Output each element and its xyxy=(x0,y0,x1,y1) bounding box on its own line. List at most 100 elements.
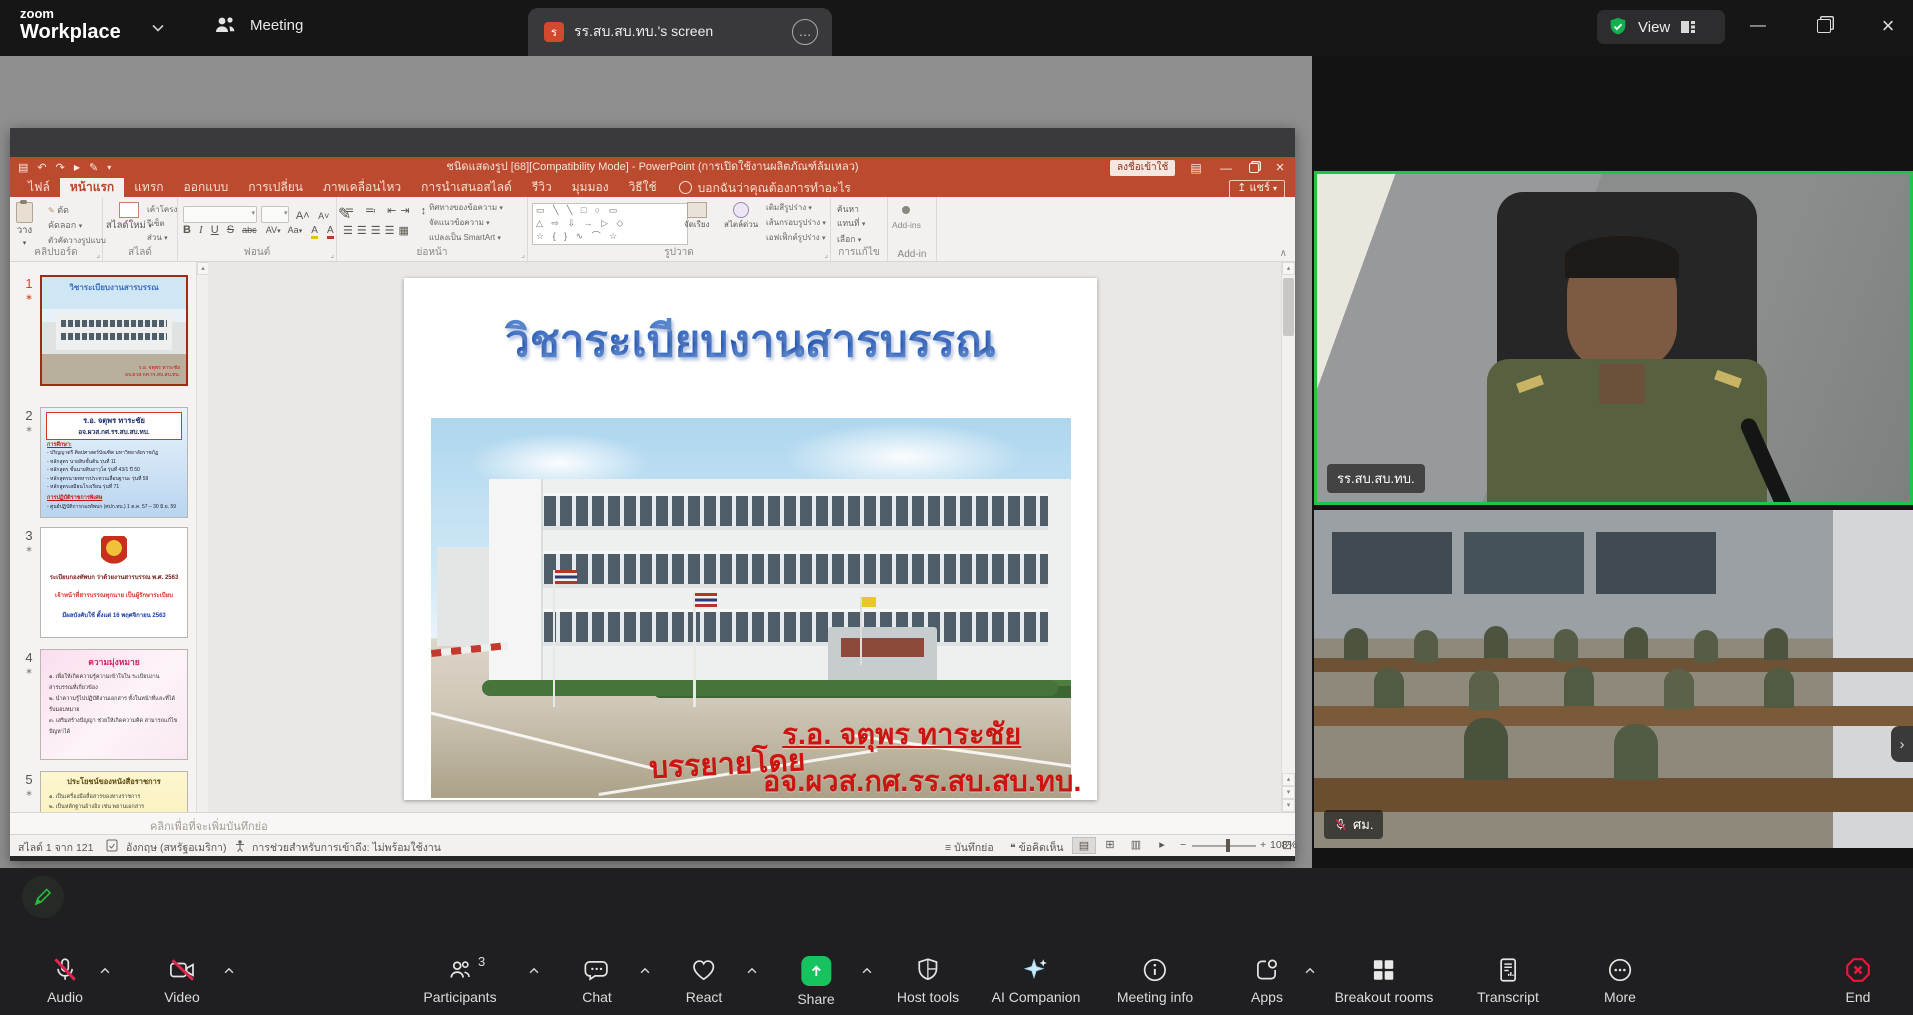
comments-toggle[interactable]: ❝ ข้อคิดเห็น xyxy=(1010,839,1064,856)
slide-thumbnail-2[interactable]: ร.อ. จตุพร ทาระชัย อจ.ผวส.กศ.รร.สบ.สบ.ทบ… xyxy=(40,407,188,518)
tab-view[interactable]: มุมมอง xyxy=(562,178,619,197)
chat-button[interactable]: Chat xyxy=(582,956,612,1005)
tab-slideshow[interactable]: การนำเสนอสไลด์ xyxy=(411,178,522,197)
audio-button[interactable]: Audio xyxy=(47,956,83,1005)
tell-me-label[interactable]: บอกฉันว่าคุณต้องการทำอะไร xyxy=(698,179,851,197)
ai-companion-button[interactable]: AI Companion xyxy=(992,956,1081,1005)
reading-view-button[interactable]: ▥ xyxy=(1124,837,1148,854)
underline-button[interactable]: U xyxy=(211,224,219,236)
reset-button[interactable]: รีเซ็ต xyxy=(147,217,177,231)
apps-options-caret[interactable] xyxy=(1303,964,1317,978)
view-button[interactable]: View xyxy=(1597,10,1725,44)
clipboard-dialog-launcher[interactable]: ⌟ xyxy=(96,250,100,259)
smartart-button[interactable]: แปลงเป็น SmartArt ▾ xyxy=(429,231,503,246)
shapes-gallery[interactable]: ▭ ╲ ╲ □ ○ ▭△ ⇨ ⇩ → ▷ ◇☆ { } ∿ ⌒ ☆ xyxy=(532,203,688,245)
tab-animations[interactable]: ภาพเคลื่อนไหว xyxy=(313,178,411,197)
slide-thumbnail-4[interactable]: ความมุ่งหมาย ๑. เพื่อให้เกิดความรู้ความเ… xyxy=(40,649,188,760)
collapse-ribbon-button[interactable]: ∧ xyxy=(1280,248,1287,259)
list-indent-buttons[interactable]: ≔ ≕ ⇤⇥ ↕ xyxy=(343,204,430,217)
copy-button[interactable]: คัดลอก ▾ xyxy=(48,218,106,234)
window-close-button[interactable]: × xyxy=(1868,10,1908,42)
grow-font-button[interactable]: A˄ xyxy=(296,210,310,222)
participants-options-caret[interactable] xyxy=(527,964,541,978)
tab-design[interactable]: ออกแบบ xyxy=(174,178,239,197)
ppt-share-button[interactable]: ↥ แชร์ ▾ xyxy=(1229,180,1285,198)
audio-options-caret[interactable] xyxy=(98,964,112,978)
window-restore-button[interactable] xyxy=(1804,10,1844,42)
section-button[interactable]: ส่วน ▾ xyxy=(147,231,177,246)
participants-button[interactable]: 3 Participants xyxy=(423,956,496,1005)
slideshow-view-button[interactable]: ▸ xyxy=(1150,837,1174,854)
normal-view-button[interactable]: ▤ xyxy=(1072,837,1096,854)
share-button[interactable]: Share xyxy=(797,956,834,1007)
new-slide-button[interactable]: สไลด์ใหม่ ▾ xyxy=(106,202,152,232)
proofing-icon[interactable] xyxy=(106,839,118,852)
slide-area-scrollbar[interactable]: ▴ ▴ ▾ ▾ xyxy=(1281,262,1295,812)
bold-button[interactable]: B xyxy=(183,224,191,236)
ppt-close-button[interactable]: × xyxy=(1266,157,1294,178)
tab-home[interactable]: หน้าแรก xyxy=(60,178,124,197)
tab-options-button[interactable]: … xyxy=(792,19,818,45)
video-options-caret[interactable] xyxy=(222,964,236,978)
sign-in-button[interactable]: ลงชื่อเข้าใช้ xyxy=(1110,160,1175,176)
breakout-rooms-button[interactable]: Breakout rooms xyxy=(1335,956,1434,1005)
shrink-font-button[interactable]: A˅ xyxy=(318,211,329,221)
arrange-button[interactable]: จัดเรียง xyxy=(684,202,710,230)
shape-fill-button[interactable]: เติมสีรูปร่าง ▾ xyxy=(766,201,826,216)
paste-button[interactable]: วาง▾ xyxy=(16,202,33,249)
react-options-caret[interactable] xyxy=(745,964,759,978)
ribbon-display-options-button[interactable]: ▤ xyxy=(1182,157,1210,178)
font-size-box[interactable]: ▾ xyxy=(261,206,289,223)
thumbnail-panel-scrollbar[interactable]: ▴ xyxy=(196,262,208,812)
notes-toggle[interactable]: ≡ บันทึกย่อ xyxy=(945,839,994,856)
font-dialog-launcher[interactable]: ⌟ xyxy=(330,250,334,259)
video-tile-primary[interactable]: รร.สบ.สบ.ทบ. xyxy=(1314,171,1913,505)
text-direction-button[interactable]: ทิศทางของข้อความ ▾ xyxy=(429,201,503,216)
tab-transitions[interactable]: การเปลี่ยน xyxy=(238,178,313,197)
change-case-button[interactable]: Aa▾ xyxy=(288,225,303,235)
font-color-button[interactable]: A xyxy=(327,225,334,239)
end-meeting-button[interactable]: End xyxy=(1844,956,1872,1005)
clear-strike-button[interactable]: abc xyxy=(242,225,257,235)
tab-help[interactable]: วิธีใช้ xyxy=(619,178,667,197)
slide-thumbnail-5[interactable]: ประโยชน์ของหนังสือราชการ ๑. เป็นเครื่องม… xyxy=(40,771,188,812)
zoom-slider-thumb[interactable] xyxy=(1226,839,1230,852)
window-minimize-button[interactable]: — xyxy=(1738,10,1778,42)
slide-sorter-view-button[interactable]: ⊞ xyxy=(1098,837,1122,854)
annotate-button[interactable] xyxy=(22,876,64,918)
host-tools-button[interactable]: Host tools xyxy=(897,956,959,1005)
zoom-out-button[interactable]: − xyxy=(1180,839,1186,851)
italic-button[interactable]: I xyxy=(199,224,203,236)
layout-button[interactable]: เค้าโครง xyxy=(147,203,177,217)
shape-effects-button[interactable]: เอฟเฟ็กต์รูปร่าง ▾ xyxy=(766,231,826,246)
tab-meeting[interactable]: Meeting xyxy=(212,12,303,38)
apps-button[interactable]: Apps xyxy=(1251,956,1283,1005)
align-text-button[interactable]: จัดแนวข้อความ ▾ xyxy=(429,216,503,231)
react-button[interactable]: React xyxy=(686,956,723,1005)
more-button[interactable]: More xyxy=(1604,956,1636,1005)
ppt-minimize-button[interactable]: — xyxy=(1212,157,1240,178)
tab-review[interactable]: รีวิว xyxy=(522,178,562,197)
tab-insert[interactable]: แทรก xyxy=(124,178,173,197)
scrollbar-thumb[interactable] xyxy=(1283,278,1294,336)
meeting-info-button[interactable]: Meeting info xyxy=(1117,956,1193,1005)
find-button[interactable]: ค้นหา xyxy=(837,202,865,216)
slide-thumbnail-1[interactable]: วิชาระเบียบงานสารบรรณ ร.อ. จตุพร ทาระชัย… xyxy=(40,275,188,386)
tab-file[interactable]: ไฟล์ xyxy=(18,178,60,197)
char-spacing-button[interactable]: AV▾ xyxy=(266,225,281,235)
zoom-in-button[interactable]: + xyxy=(1260,839,1266,851)
share-options-caret[interactable] xyxy=(860,964,874,978)
workspace-chevron-down-icon[interactable] xyxy=(150,20,166,36)
addins-button[interactable]: Add-ins xyxy=(892,202,921,231)
ppt-restore-button[interactable] xyxy=(1240,157,1268,178)
shape-outline-button[interactable]: เส้นกรอบรูปร่าง ▾ xyxy=(766,216,826,231)
fit-to-window-button[interactable]: ⊡ xyxy=(1282,838,1292,852)
video-tile-secondary[interactable]: ศม. xyxy=(1314,510,1913,848)
cut-button[interactable]: ✎ ตัด xyxy=(48,203,106,218)
collapse-videos-chevron[interactable]: › xyxy=(1891,726,1913,762)
tab-shared-screen[interactable]: ร รร.สบ.สบ.ทบ.'s screen … xyxy=(528,8,832,56)
alignment-buttons[interactable]: ☰☰☰☰▦ xyxy=(343,224,413,237)
accessibility-status[interactable]: การช่วยสำหรับการเข้าถึง: ไม่พร้อมใช้งาน xyxy=(252,839,441,856)
notes-bar[interactable]: คลิกเพื่อที่จะเพิ่มบันทึกย่อ xyxy=(10,812,1295,834)
quick-styles-button[interactable]: สไตล์ด่วน xyxy=(724,202,758,230)
